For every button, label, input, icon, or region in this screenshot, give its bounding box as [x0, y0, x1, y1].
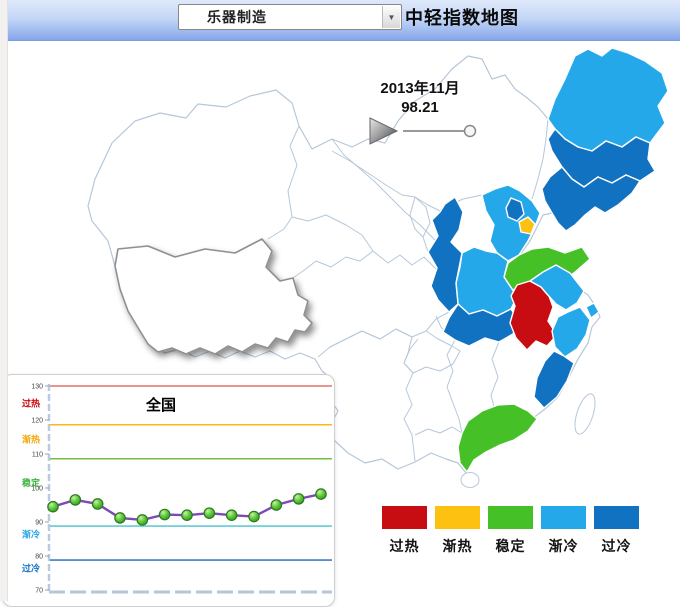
legend-swatch — [541, 506, 586, 529]
legend-item-4: 渐冷 — [541, 506, 586, 556]
time-control: 2013年11月 98.21 — [350, 77, 490, 153]
legend-item-3: 稳定 — [488, 506, 533, 556]
svg-text:130: 130 — [31, 384, 43, 391]
svg-text:渐冷: 渐冷 — [22, 529, 40, 540]
legend-item-2: 渐热 — [435, 506, 480, 556]
slider-knob[interactable] — [465, 126, 476, 137]
svg-text:稳定: 稳定 — [22, 477, 41, 488]
legend-label: 稳定 — [496, 536, 526, 556]
national-chart-panel: 130120110100908070过热渐热稳定渐冷过冷全国 — [2, 374, 335, 607]
map-legend: 过热 渐热 稳定 渐冷 过冷 — [382, 506, 639, 556]
national-index-chart: 130120110100908070过热渐热稳定渐冷过冷全国 — [3, 375, 332, 604]
map-area: 2013年11月 98.21 — [7, 41, 680, 602]
app-window: 乐器制造 ▼ 中轻指数地图 — [7, 0, 680, 601]
page-title: 中轻指数地图 — [405, 4, 519, 30]
current-period: 2013年11月 — [350, 77, 490, 98]
play-button[interactable] — [370, 118, 397, 144]
svg-text:110: 110 — [32, 452, 43, 459]
current-index-value: 98.21 — [350, 99, 490, 116]
industry-dropdown[interactable]: 乐器制造 ▼ — [178, 4, 402, 30]
svg-text:全国: 全国 — [145, 396, 176, 414]
window-left-border — [0, 0, 8, 601]
legend-swatch — [435, 506, 480, 529]
svg-text:120: 120 — [31, 418, 43, 425]
province-hainan[interactable] — [461, 473, 479, 488]
legend-item-5: 过冷 — [594, 506, 639, 556]
time-slider — [350, 116, 490, 148]
legend-swatch — [488, 506, 533, 529]
legend-label: 过冷 — [602, 536, 632, 556]
legend-swatch — [382, 506, 427, 529]
legend-label: 渐热 — [443, 536, 473, 556]
svg-text:70: 70 — [35, 588, 43, 595]
svg-text:过热: 过热 — [22, 398, 40, 409]
header-bar: 乐器制造 ▼ 中轻指数地图 — [7, 0, 680, 41]
province-taiwan[interactable] — [571, 392, 599, 437]
svg-text:80: 80 — [35, 554, 43, 561]
legend-item-1: 过热 — [382, 506, 427, 556]
svg-text:渐热: 渐热 — [22, 433, 40, 444]
svg-text:过冷: 过冷 — [22, 563, 40, 574]
chevron-down-icon[interactable]: ▼ — [382, 6, 400, 28]
legend-label: 过热 — [390, 536, 420, 556]
legend-swatch — [594, 506, 639, 529]
province-heilongjiang[interactable] — [548, 48, 668, 151]
legend-label: 渐冷 — [549, 536, 579, 556]
svg-text:90: 90 — [35, 520, 43, 527]
province-beijing[interactable] — [506, 198, 524, 221]
industry-dropdown-value: 乐器制造 — [179, 7, 381, 27]
